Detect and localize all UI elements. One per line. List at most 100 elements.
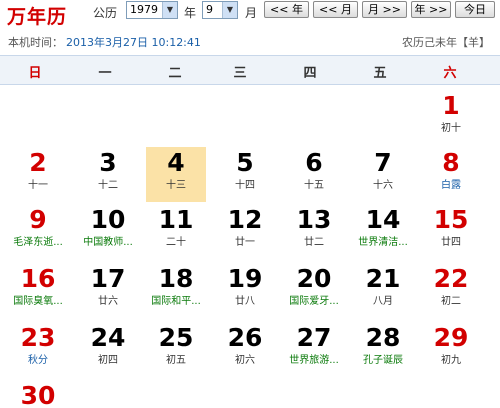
next-year-button[interactable]: 年 >> [411,1,451,18]
day-number: 17 [90,264,126,293]
day-cell[interactable]: 16 国际臭氧... [8,263,68,318]
month-select-value: 9 [206,3,213,16]
weekday-sun: 日 [28,66,42,81]
day-cell[interactable]: 26 初六 [215,322,275,377]
day-cell[interactable]: 11 二十 [146,204,206,259]
festival: 世界清洁... [358,237,408,248]
prev-year-button[interactable]: << 年 [264,1,309,18]
year-label: 年 [184,6,197,20]
day-cell[interactable]: 9 毛泽东逝... [8,204,68,259]
day-number: 23 [20,323,56,352]
day-number: 26 [227,323,263,352]
day-number: 24 [90,323,126,352]
lunar-date: 十二 [98,180,118,191]
year-select-value: 1979 [130,3,158,16]
day-number: 29 [433,323,469,352]
day-cell[interactable]: 1 初十 [421,90,481,145]
weekday-thu: 四 [303,66,317,81]
local-time-value: 2013年3月27日 10:12:41 [66,36,201,49]
day-number: 2 [29,148,47,177]
solar-term: 秋分 [28,355,48,366]
day-cell[interactable]: 8 白露 [421,147,481,202]
day-cell[interactable]: 25 初五 [146,322,206,377]
lunar-date: 初二 [441,296,461,307]
day-number: 10 [90,205,126,234]
toolbar: 万年历 公历 1979 ▼ 年 9 ▼ 月 << 年 << 月 月 >> 年 >… [0,0,500,52]
lunar-date: 廿二 [304,237,324,248]
lunar-date: 廿八 [235,296,255,307]
month-select[interactable]: 9 ▼ [202,1,238,19]
lunar-date: 十三 [166,180,186,191]
weekday-wed: 三 [233,66,247,81]
day-cell[interactable]: 15 廿四 [421,204,481,259]
next-month-button[interactable]: 月 >> [362,1,407,18]
day-cell[interactable]: 27 世界旅游... [284,322,344,377]
lunar-date: 初四 [98,355,118,366]
calendar-type-label: 公历 [93,6,118,20]
day-cell[interactable]: 23 秋分 [8,322,68,377]
day-cell[interactable]: 3 十二 [78,147,138,202]
day-cell[interactable]: 7 十六 [353,147,413,202]
day-number: 12 [227,205,263,234]
lunar-date: 二十 [166,237,186,248]
festival: 国际臭氧... [13,296,63,307]
day-number: 16 [20,264,56,293]
day-number: 18 [158,264,194,293]
lunar-date: 十四 [235,180,255,191]
day-cell[interactable]: 13 廿二 [284,204,344,259]
day-number: 7 [374,148,392,177]
lunar-date: 初十 [441,123,461,134]
day-number: 19 [227,264,263,293]
lunar-date: 廿四 [441,237,461,248]
day-cell[interactable]: 29 初九 [421,322,481,377]
festival: 毛泽东逝... [13,237,63,248]
app-title: 万年历 [7,6,68,28]
day-number: 21 [365,264,401,293]
festival: 国际和平... [151,296,201,307]
day-cell[interactable]: 17 廿六 [78,263,138,318]
day-cell[interactable]: 5 十四 [215,147,275,202]
day-cell[interactable]: 19 廿八 [215,263,275,318]
day-cell[interactable]: 21 八月 [353,263,413,318]
day-number: 8 [442,148,460,177]
festival: 中国教师... [83,237,133,248]
day-cell[interactable]: 18 国际和平... [146,263,206,318]
today-button[interactable]: 今日 [455,1,495,18]
day-number: 30 [20,381,56,408]
day-cell[interactable]: 28 孔子诞辰 [353,322,413,377]
day-cell-today[interactable]: 4 十三 [146,147,206,202]
day-cell[interactable]: 24 初四 [78,322,138,377]
day-cell[interactable]: 14 世界清洁... [353,204,413,259]
day-number: 28 [365,323,401,352]
lunar-date: 十六 [373,180,393,191]
festival: 国际爱牙... [289,296,339,307]
year-select[interactable]: 1979 ▼ [126,1,178,19]
lunar-date: 初六 [235,355,255,366]
day-number: 4 [167,148,185,177]
day-number: 9 [29,205,47,234]
day-cell[interactable]: 12 廿一 [215,204,275,259]
day-number: 13 [296,205,332,234]
day-number: 3 [99,148,117,177]
day-number: 1 [442,91,460,120]
day-number: 27 [296,323,332,352]
day-number: 25 [158,323,194,352]
day-cell[interactable]: 22 初二 [421,263,481,318]
day-cell[interactable]: 30 [8,380,68,408]
day-cell[interactable]: 6 十五 [284,147,344,202]
day-number: 22 [433,264,469,293]
day-number: 20 [296,264,332,293]
weekday-mon: 一 [98,66,112,81]
day-cell[interactable]: 10 中国教师... [78,204,138,259]
solar-term: 白露 [441,180,461,191]
weekday-fri: 五 [373,66,387,81]
lunar-year: 农历己未年【羊】 [402,36,490,49]
day-cell[interactable]: 2 十一 [8,147,68,202]
prev-month-button[interactable]: << 月 [313,1,358,18]
month-label: 月 [245,6,258,20]
chevron-down-icon: ▼ [162,2,177,18]
day-number: 14 [365,205,401,234]
day-cell[interactable]: 20 国际爱牙... [284,263,344,318]
lunar-date: 初九 [441,355,461,366]
lunar-date: 八月 [373,296,393,307]
